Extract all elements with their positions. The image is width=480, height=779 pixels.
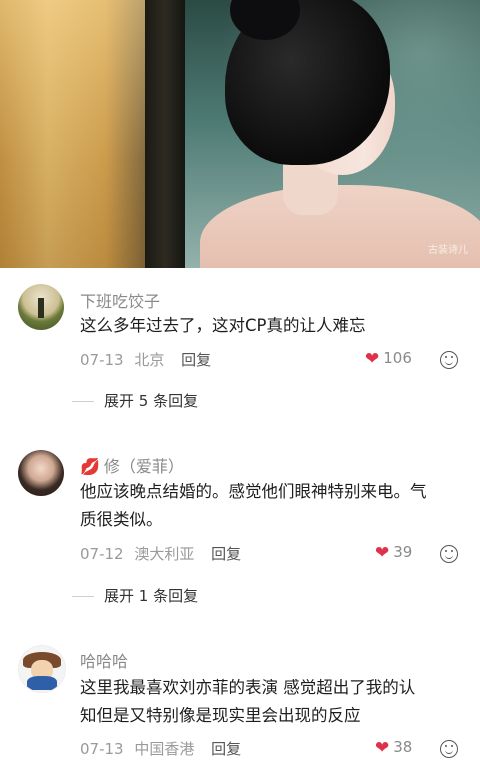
- pillar-decoration: [145, 0, 185, 268]
- heart-icon: ❤: [365, 349, 380, 369]
- comment-username[interactable]: 下班吃饺子: [80, 288, 160, 312]
- curtain-decoration: [0, 0, 150, 268]
- like-count: 106: [383, 349, 412, 367]
- comment-text: 他应该晚点结婚的。感觉他们眼神特别来电。气 质很类似。: [80, 482, 427, 529]
- video-thumbnail[interactable]: 古装诗儿: [0, 0, 480, 268]
- emoji-reaction-icon[interactable]: [440, 351, 458, 369]
- like-count: 38: [393, 738, 413, 756]
- tree-icon: [38, 298, 44, 318]
- like-button[interactable]: ❤ 106: [365, 349, 435, 369]
- emoji-reaction-icon[interactable]: [440, 740, 458, 758]
- comment-location: 中国香港: [134, 740, 195, 758]
- comment-location: 澳大利亚: [134, 545, 195, 563]
- divider-line: [72, 401, 94, 402]
- heart-icon: ❤: [375, 738, 390, 758]
- reply-button[interactable]: 回复: [211, 740, 241, 758]
- like-button[interactable]: ❤ 39: [375, 543, 445, 563]
- comment-meta: 07-12 澳大利亚 回复: [80, 543, 241, 564]
- watermark: 古装诗儿: [428, 245, 468, 256]
- lips-emoji-icon: 💋: [80, 457, 100, 476]
- comment-username[interactable]: 哈哈哈: [80, 648, 128, 672]
- reply-button[interactable]: 回复: [211, 545, 241, 563]
- comment-username[interactable]: 💋 修（爱菲）: [80, 453, 184, 477]
- expand-replies-button[interactable]: 展开 5 条回复: [72, 390, 198, 411]
- avatar[interactable]: [18, 450, 64, 496]
- reply-button[interactable]: 回复: [181, 351, 211, 369]
- comment-meta: 07-13 北京 回复: [80, 349, 211, 370]
- like-button[interactable]: ❤ 38: [375, 738, 445, 758]
- expand-replies-label: 展开 1 条回复: [104, 587, 199, 605]
- avatar[interactable]: [18, 645, 66, 693]
- heart-icon: ❤: [375, 543, 390, 563]
- emoji-reaction-icon[interactable]: [440, 545, 458, 563]
- comment-date: 07-13: [80, 351, 124, 369]
- comment-meta: 07-13 中国香港 回复: [80, 738, 241, 759]
- like-count: 39: [393, 543, 413, 561]
- expand-replies-button[interactable]: 展开 1 条回复: [72, 585, 198, 606]
- avatar[interactable]: [18, 284, 64, 330]
- divider-line: [72, 596, 94, 597]
- comment-date: 07-12: [80, 545, 124, 563]
- comment-text: 这里我最喜欢刘亦菲的表演 感觉超出了我的认 知但是又特别像是现实里会出现的反应: [80, 678, 416, 725]
- comment-date: 07-13: [80, 740, 124, 758]
- comment-text: 这么多年过去了，这对CP真的让人难忘: [80, 316, 366, 335]
- comment-location: 北京: [134, 351, 165, 369]
- expand-replies-label: 展开 5 条回复: [104, 392, 199, 410]
